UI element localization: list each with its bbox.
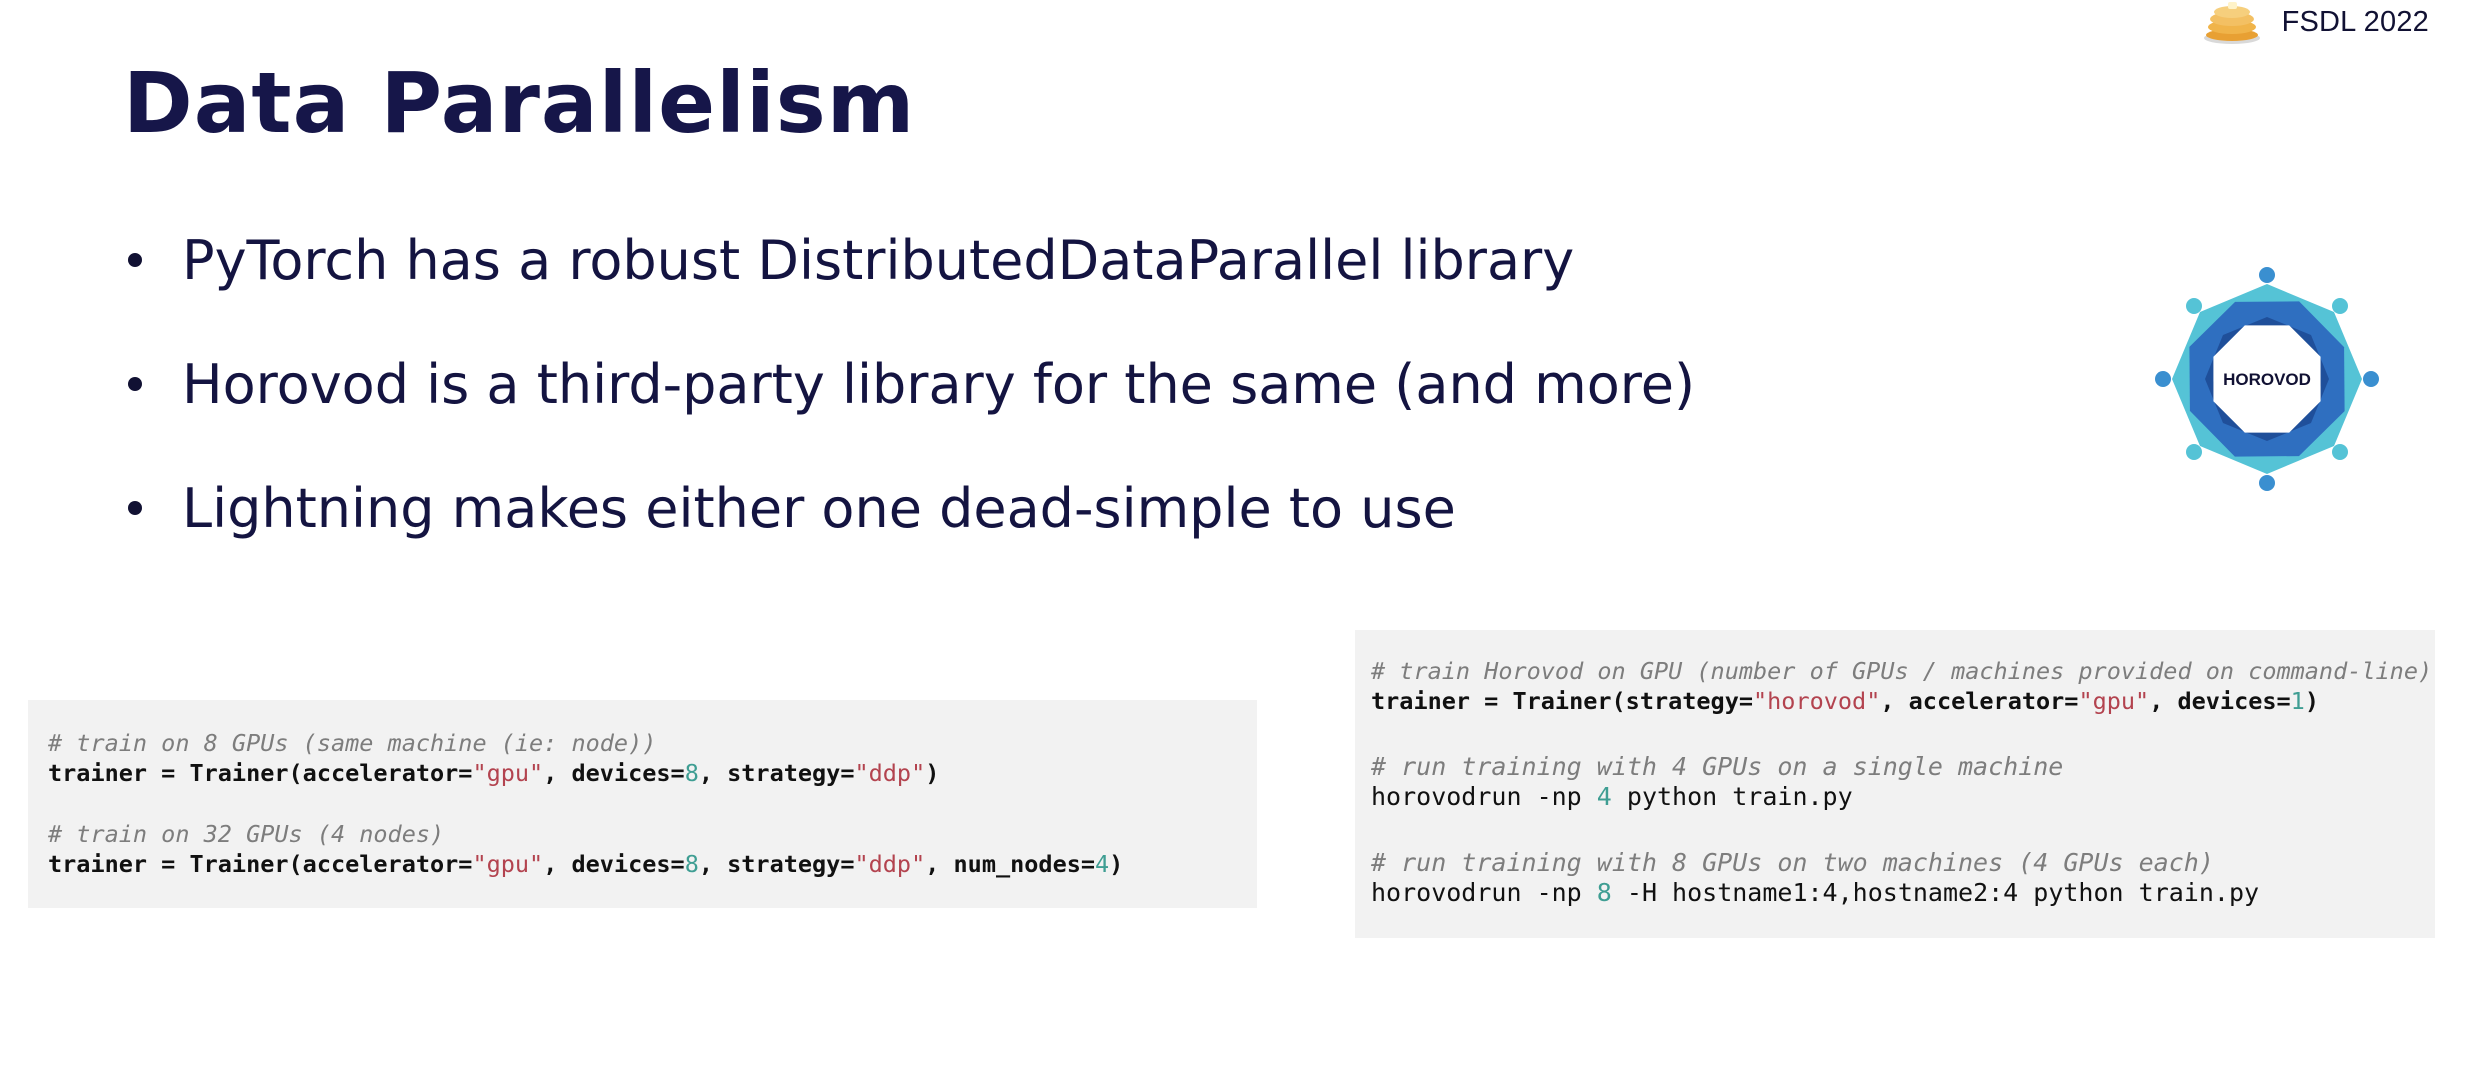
code-number: 8 <box>1596 878 1612 907</box>
code-number: 1 <box>2290 687 2305 715</box>
code-token: , accelerator= <box>1880 687 2079 715</box>
slide-title: Data Parallelism <box>123 54 916 152</box>
code-comment: # train on 32 GPUs (4 nodes) <box>48 820 445 848</box>
bullet-list: PyTorch has a robust DistributedDataPara… <box>128 223 1695 595</box>
bullet-item: PyTorch has a robust DistributedDataPara… <box>128 223 1695 297</box>
code-comment: # train Horovod on GPU (number of GPUs /… <box>1371 657 2433 685</box>
code-line: trainer = Trainer(accelerator="gpu", dev… <box>48 758 1257 788</box>
code-comment: # run training with 4 GPUs on a single m… <box>1371 752 2064 781</box>
code-token: ) <box>1109 850 1124 878</box>
bullet-text: Horovod is a third-party library for the… <box>182 352 1696 416</box>
code-number: 8 <box>684 759 699 787</box>
code-string: "gpu" <box>472 850 544 878</box>
code-number: 4 <box>1596 782 1612 811</box>
code-token: horovodrun -np <box>1371 782 1597 811</box>
code-comment: # train on 8 GPUs (same machine (ie: nod… <box>48 729 657 757</box>
brand-text: FSDL 2022 <box>2281 5 2429 38</box>
code-line: horovodrun -np 4 python train.py <box>1371 782 2435 812</box>
code-token: , devices= <box>2149 687 2291 715</box>
code-token: , strategy= <box>698 850 855 878</box>
code-token: trainer = Trainer(strategy= <box>1371 687 1754 715</box>
code-token: trainer = Trainer(accelerator= <box>48 759 473 787</box>
pancakes-icon <box>2203 2 2260 44</box>
code-string: "ddp" <box>854 850 926 878</box>
code-token: ) <box>925 759 940 787</box>
bullet-dot <box>128 377 142 391</box>
code-token: , num_nodes= <box>925 850 1096 878</box>
code-number: 8 <box>684 850 699 878</box>
code-string: "horovod" <box>1753 687 1881 715</box>
bullet-item: Lightning makes either one dead-simple t… <box>128 471 1695 545</box>
code-string: "gpu" <box>472 759 544 787</box>
horovod-logo: HOROVOD <box>2155 267 2379 491</box>
code-number: 4 <box>1095 850 1110 878</box>
code-block-lightning: # train on 8 GPUs (same machine (ie: nod… <box>28 700 1257 908</box>
bullet-text: PyTorch has a robust DistributedDataPara… <box>182 228 1575 292</box>
bullet-dot <box>128 501 142 515</box>
code-token: , strategy= <box>698 759 855 787</box>
code-comment: # run training with 8 GPUs on two machin… <box>1371 848 2214 877</box>
code-token: trainer = Trainer(accelerator= <box>48 850 473 878</box>
code-block-horovod: # train Horovod on GPU (number of GPUs /… <box>1355 630 2435 938</box>
code-string: "ddp" <box>854 759 926 787</box>
bullet-item: Horovod is a third-party library for the… <box>128 347 1695 421</box>
code-token: python train.py <box>1611 782 1853 811</box>
code-line: horovodrun -np 8 -H hostname1:4,hostname… <box>1371 878 2435 908</box>
code-line: trainer = Trainer(strategy="horovod", ac… <box>1371 686 2435 716</box>
code-line: trainer = Trainer(accelerator="gpu", dev… <box>48 849 1257 879</box>
code-token: , devices= <box>543 759 685 787</box>
code-string: "gpu" <box>2078 687 2150 715</box>
bullet-dot <box>128 253 142 267</box>
bullet-text: Lightning makes either one dead-simple t… <box>182 476 1456 540</box>
horovod-logo-text: HOROVOD <box>2223 370 2311 389</box>
code-token: -H hostname1:4,hostname2:4 python train.… <box>1611 878 2260 907</box>
brand: FSDL 2022 <box>2202 0 2429 44</box>
code-token: , devices= <box>543 850 685 878</box>
code-token: ) <box>2304 687 2319 715</box>
code-token: horovodrun -np <box>1371 878 1597 907</box>
slide: FSDL 2022 Data Parallelism PyTorch has a… <box>0 0 2469 1084</box>
